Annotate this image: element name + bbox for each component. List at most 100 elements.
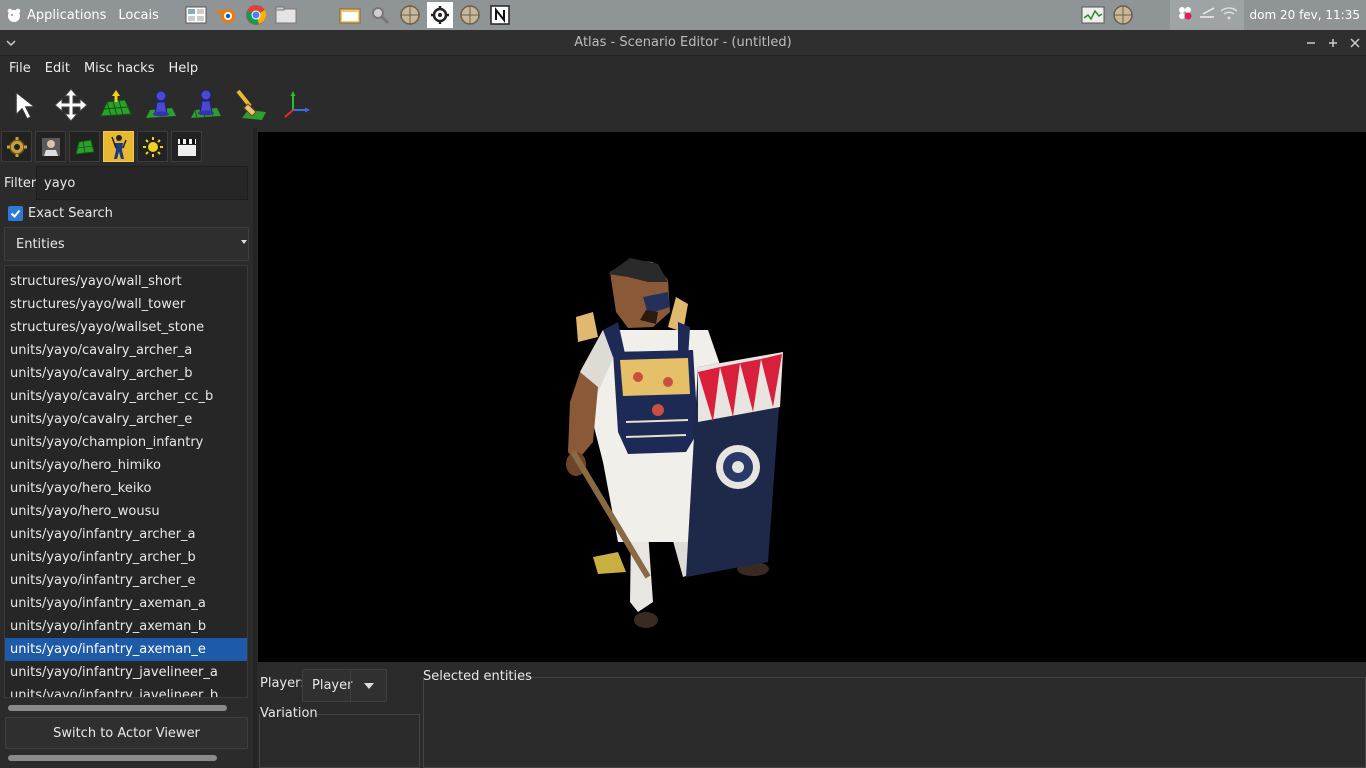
minimize-icon[interactable] xyxy=(1300,30,1322,56)
axes-gizmo-icon xyxy=(284,91,310,118)
exact-search-checkbox[interactable] xyxy=(8,205,23,221)
clock[interactable]: dom 20 fev, 11:35 xyxy=(1244,8,1366,22)
list-item[interactable]: units/yayo/cavalry_archer_e xyxy=(5,408,247,431)
player-combo[interactable]: Player xyxy=(302,669,387,702)
scene-viewport[interactable] xyxy=(258,132,1366,662)
soldier-icon xyxy=(110,134,127,159)
move-tool-button[interactable] xyxy=(53,85,89,125)
terrain-elevation-tool-button[interactable] xyxy=(98,85,134,125)
tab-object[interactable] xyxy=(103,131,134,162)
panel-horizontal-scrollbar[interactable] xyxy=(8,755,217,761)
terrain-elevation-icon xyxy=(100,90,132,117)
system-monitor-icon[interactable] xyxy=(1080,2,1106,28)
workspace-switcher-icon[interactable] xyxy=(183,2,209,28)
switch-to-actor-viewer-button[interactable]: Switch to Actor Viewer xyxy=(5,717,248,749)
place-unit-tool-button[interactable] xyxy=(143,85,179,125)
axeman-unit-model xyxy=(566,258,783,628)
clock-tray-icon[interactable] xyxy=(1110,2,1136,28)
chrome-icon[interactable] xyxy=(243,2,269,28)
slack-icon[interactable] xyxy=(1176,4,1194,26)
list-item[interactable]: units/yayo/infantry_archer_e xyxy=(5,569,247,592)
variation-label: Variation xyxy=(260,706,318,721)
tab-map[interactable] xyxy=(1,131,32,162)
axes-tool-button[interactable] xyxy=(278,85,314,125)
wifi-icon[interactable] xyxy=(1220,5,1238,25)
list-item[interactable]: structures/yayo/wall_tower xyxy=(5,293,247,316)
menu-edit[interactable]: Edit xyxy=(38,61,77,76)
pawn-icon xyxy=(146,90,176,118)
menu-misc-hacks[interactable]: Misc hacks xyxy=(77,61,162,76)
notification-tray xyxy=(1169,0,1244,30)
selected-entities-group xyxy=(423,677,1366,768)
list-item[interactable]: units/yayo/infantry_axeman_b xyxy=(5,615,247,638)
crosshair-icon[interactable] xyxy=(457,2,483,28)
pawn-terrain-icon xyxy=(191,89,221,119)
window-title: Atlas - Scenario Editor - (untitled) xyxy=(574,35,792,50)
menu-file[interactable]: File xyxy=(2,61,38,76)
tab-cinema[interactable] xyxy=(171,131,202,162)
move-arrows-icon xyxy=(54,88,88,122)
list-item[interactable]: units/yayo/cavalry_archer_cc_b xyxy=(5,385,247,408)
sun-icon xyxy=(142,136,163,157)
select-tool-button[interactable] xyxy=(8,85,44,125)
list-item[interactable]: structures/yayo/wallset_stone xyxy=(5,316,247,339)
list-item[interactable]: units/yayo/champion_infantry xyxy=(5,431,247,454)
entity-list[interactable]: structures/yayo/wall_short structures/ya… xyxy=(4,265,248,698)
window-titlebar[interactable]: Atlas - Scenario Editor - (untitled) xyxy=(0,30,1366,56)
applications-label: Applications xyxy=(27,7,107,23)
terrain-icon xyxy=(74,138,95,155)
sidebar-tabs xyxy=(0,128,253,162)
tab-player[interactable] xyxy=(35,131,66,162)
close-icon[interactable] xyxy=(1344,30,1366,56)
list-horizontal-scrollbar[interactable] xyxy=(8,705,227,711)
list-item[interactable]: units/yayo/infantry_javelineer_b xyxy=(5,684,247,697)
tab-terrain[interactable] xyxy=(69,131,100,162)
list-item[interactable]: structures/yayo/wall_short xyxy=(5,270,247,293)
player-portrait-icon xyxy=(41,137,60,156)
keyboard-icon[interactable] xyxy=(1198,5,1216,25)
blender-icon[interactable] xyxy=(213,2,239,28)
list-item[interactable]: units/yayo/cavalry_archer_a xyxy=(5,339,247,362)
place-object-tool-button[interactable] xyxy=(188,85,224,125)
system-panel: Applications Locais dom 20 fev, 11:35 xyxy=(0,0,1366,30)
list-item[interactable]: units/yayo/infantry_archer_a xyxy=(5,523,247,546)
window-menu-chevron-icon[interactable] xyxy=(0,30,22,56)
xfce-mouse-icon xyxy=(6,7,22,23)
toolbar xyxy=(0,82,1366,128)
checkmark-icon xyxy=(10,209,21,218)
paint-terrain-tool-button[interactable] xyxy=(233,85,269,125)
folder-icon[interactable] xyxy=(337,2,363,28)
search-icon[interactable] xyxy=(367,2,393,28)
variation-group xyxy=(259,714,420,768)
object-type-combo[interactable]: Entities xyxy=(4,227,249,261)
list-item[interactable]: units/yayo/cavalry_archer_b xyxy=(5,362,247,385)
maximize-icon[interactable] xyxy=(1322,30,1344,56)
menu-help[interactable]: Help xyxy=(162,61,206,76)
filter-input[interactable] xyxy=(36,166,248,200)
settings-icon[interactable] xyxy=(426,2,453,28)
clapperboard-icon xyxy=(177,138,196,156)
list-item[interactable]: units/yayo/infantry_axeman_a xyxy=(5,592,247,615)
applications-menu[interactable]: Applications xyxy=(0,0,112,30)
object-type-value: Entities xyxy=(16,236,65,252)
player-label: Player: xyxy=(260,676,305,691)
tab-environment[interactable] xyxy=(137,131,168,162)
dropdown-arrow-icon xyxy=(363,682,374,689)
list-item[interactable]: units/yayo/hero_wousu xyxy=(5,500,247,523)
places-menu[interactable]: Locais xyxy=(112,0,164,30)
player-dropdown-button[interactable] xyxy=(350,670,386,701)
list-item[interactable]: units/yayo/hero_keiko xyxy=(5,477,247,500)
list-item[interactable]: units/yayo/hero_himiko xyxy=(5,454,247,477)
list-item[interactable]: units/yayo/infantry_archer_b xyxy=(5,546,247,569)
gear-map-icon xyxy=(6,136,27,157)
notion-icon[interactable] xyxy=(487,2,513,28)
dropdown-arrow-icon xyxy=(241,240,247,244)
properties-panel: Player: Player Variation Selected entiti… xyxy=(257,664,1366,768)
file-manager-icon[interactable] xyxy=(273,2,299,28)
compass-icon[interactable] xyxy=(397,2,423,28)
list-item[interactable]: units/yayo/infantry_javelineer_a xyxy=(5,661,247,684)
menubar: File Edit Misc hacks Help xyxy=(0,56,1366,80)
list-item-selected[interactable]: units/yayo/infantry_axeman_e xyxy=(5,638,247,661)
exact-search-row[interactable]: Exact Search xyxy=(8,202,113,224)
object-sidebar: Filter Exact Search Entities structures/… xyxy=(0,128,253,768)
